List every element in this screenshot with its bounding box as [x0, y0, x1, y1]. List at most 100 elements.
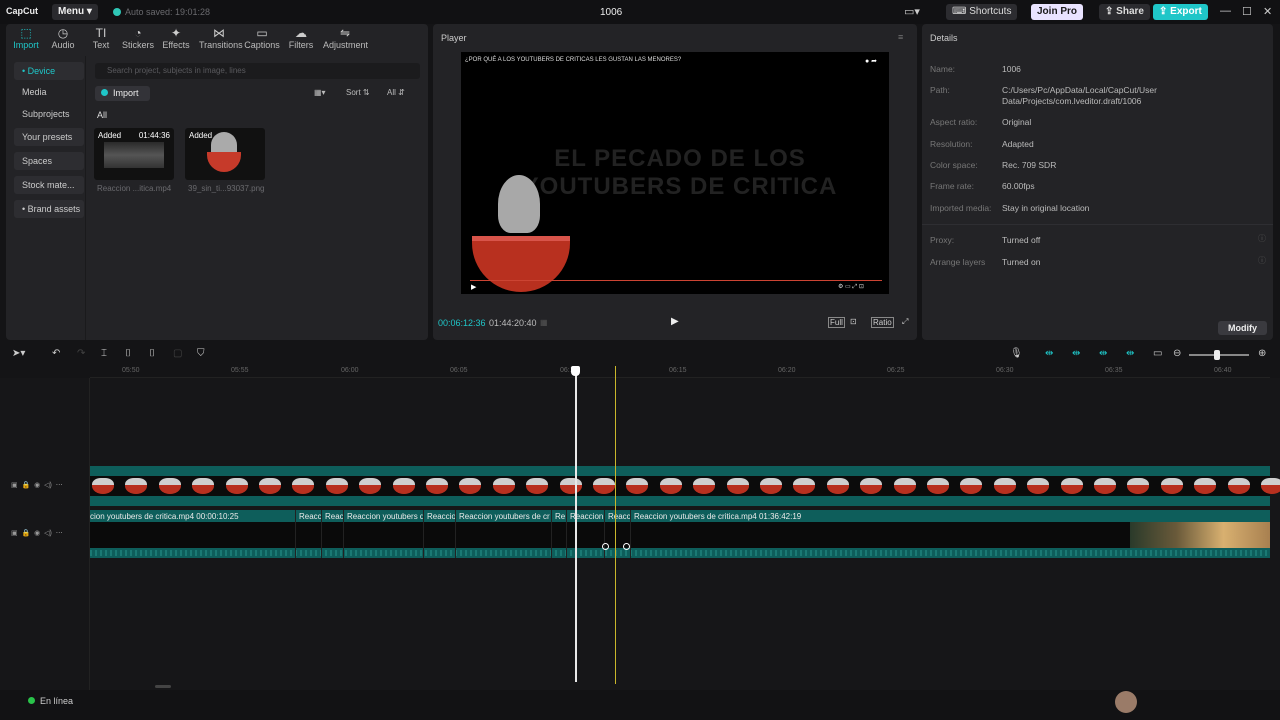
grid-icon[interactable]: ▦	[540, 318, 548, 327]
snapshot-icon[interactable]: ⊡	[850, 317, 857, 326]
chevron-down-icon: ▾	[86, 6, 92, 17]
playhead-handle[interactable]	[571, 366, 580, 376]
clip-separator	[551, 510, 552, 558]
toolbar-tabs: ⬚ Import ◷ Audio TI Text ◔ Stickers ✦ Effects…	[6, 26, 386, 52]
magnet-icon[interactable]: ⇹	[1072, 348, 1080, 359]
tab-stickers[interactable]: ◔ Stickers	[118, 26, 158, 50]
marker-icon[interactable]: ⛉	[197, 348, 205, 359]
project-title: 1006	[600, 7, 623, 18]
modify-button[interactable]: Modify	[1218, 321, 1267, 335]
full-button[interactable]: Full	[828, 317, 845, 328]
caption-icon[interactable]: ▭	[1153, 348, 1162, 359]
keyframe-handle[interactable]	[623, 543, 630, 550]
sidebar-item-subprojects[interactable]: Subprojects	[14, 105, 84, 123]
tab-adjustment[interactable]: ⇋ Adjustment	[323, 26, 368, 50]
tab-effects-label: Effects	[162, 40, 190, 50]
detail-value-name: 1006	[1002, 64, 1021, 74]
maximize-icon[interactable]: ☐	[1242, 5, 1252, 18]
media-item-video[interactable]: Added 01:44:36	[94, 128, 174, 180]
layout-icon[interactable]: ▭▾	[904, 5, 920, 18]
bowl-thumbnail	[659, 478, 682, 494]
bowl-thumbnail	[893, 478, 916, 494]
clip-separator	[423, 510, 424, 558]
shortcuts-button[interactable]: ⌨ Shortcuts	[946, 4, 1018, 20]
redo-icon[interactable]: ↷	[77, 348, 85, 359]
ruler-tick: 06:00	[341, 367, 359, 374]
ruler-tick: 06:25	[887, 367, 905, 374]
main-track-controls-icon[interactable]: ▣ 🔒 ◉ ◁) ⋯	[11, 529, 63, 537]
fullscreen-icon[interactable]: ⤢	[902, 317, 908, 327]
autosave-text: Auto saved: 19:01:28	[125, 7, 211, 17]
zoom-slider-handle[interactable]	[1214, 350, 1220, 360]
bowl-thumbnail	[927, 478, 949, 494]
menu-button[interactable]: Menu ▾	[52, 4, 98, 20]
overlay-track-controls-icon[interactable]: ▣ 🔒 ◉ ◁) ⋯	[11, 481, 63, 489]
detail-key-name: Name:	[930, 64, 956, 74]
sidebar-item-media[interactable]: Media	[14, 83, 84, 101]
clip-separator	[295, 510, 296, 558]
filter-all-button[interactable]: All ⇵	[387, 88, 405, 97]
tab-captions[interactable]: ▭ Captions	[242, 26, 282, 50]
tab-transitions[interactable]: ⋈ Transitions	[199, 26, 243, 50]
sidebar-item-stock[interactable]: Stock mate...	[14, 176, 84, 194]
timeline-ruler[interactable]: 05:50 05:55 06:00 06:05 06:10 06:15 06:2…	[90, 366, 1270, 378]
export-label: Export	[1170, 6, 1202, 17]
online-label: En línea	[40, 696, 74, 706]
info-icon[interactable]: ⓘ	[1258, 233, 1266, 244]
bowl-thumbnail	[693, 478, 716, 494]
bowl-thumbnail	[392, 478, 415, 494]
sidebar-item-device[interactable]: • Device	[14, 62, 84, 80]
select-tool-icon[interactable]: ➤▾	[12, 348, 25, 359]
sort-button[interactable]: Sort ⇅	[346, 88, 370, 97]
preview-axis-icon[interactable]: ⇹	[1126, 348, 1134, 359]
split-icon[interactable]: ⌶	[101, 348, 107, 359]
join-pro-button[interactable]: Join Pro	[1031, 4, 1084, 20]
clip-label: Reaccion youtubers de c	[347, 512, 423, 521]
import-button[interactable]: Import	[95, 86, 150, 101]
import-label: Import	[113, 88, 139, 98]
transitions-icon: ⋈	[213, 26, 225, 40]
view-toggle-icon[interactable]: ▦▾	[314, 88, 326, 97]
info-icon[interactable]: ⓘ	[1258, 255, 1266, 266]
close-icon[interactable]: ✕	[1263, 5, 1272, 18]
export-button[interactable]: ⇪ Export	[1153, 4, 1208, 20]
filter-all-label: All	[387, 88, 396, 97]
microphone-icon[interactable]: 🎙	[1010, 348, 1023, 359]
plus-icon	[101, 89, 108, 96]
sidebar-item-brand-assets[interactable]: • Brand assets	[14, 200, 84, 218]
timeline-scrollbar[interactable]	[155, 685, 171, 688]
tab-audio-label: Audio	[51, 40, 75, 50]
sidebar-item-spaces[interactable]: Spaces	[14, 152, 84, 170]
detail-key-framerate: Frame rate:	[930, 181, 974, 191]
delete-right-icon[interactable]: ⌷	[149, 348, 155, 359]
keyframe-handle[interactable]	[602, 543, 609, 550]
hamburger-icon[interactable]: ≡	[898, 32, 903, 42]
zoom-out-icon[interactable]: ⊖	[1173, 348, 1181, 359]
playhead[interactable]	[575, 366, 577, 682]
main-track-frames	[90, 522, 1270, 548]
undo-icon[interactable]: ↶	[52, 348, 60, 359]
play-button[interactable]: ▶	[671, 316, 679, 327]
tab-audio[interactable]: ◷ Audio	[43, 26, 83, 50]
detail-value-aspect: Original	[1002, 117, 1032, 127]
media-item-image[interactable]: Added	[185, 128, 265, 180]
sidebar-item-presets[interactable]: Your presets	[14, 128, 84, 146]
ratio-button[interactable]: Ratio	[871, 317, 894, 328]
minimize-icon[interactable]: —	[1220, 5, 1231, 17]
zoom-in-icon[interactable]: ⊕	[1258, 348, 1266, 359]
crop-icon[interactable]: ▢	[173, 348, 182, 359]
avatar[interactable]	[1115, 691, 1137, 713]
tab-effects[interactable]: ✦ Effects	[156, 26, 196, 50]
ruler-tick: 06:20	[778, 367, 796, 374]
share-button[interactable]: ⇪ Share	[1099, 4, 1150, 20]
delete-left-icon[interactable]: ⌷	[125, 348, 131, 359]
media-search-input[interactable]: Search project, subjects in image, lines	[95, 63, 420, 79]
clip-label: Reac	[325, 512, 344, 521]
tab-filters[interactable]: ☁ Filters	[281, 26, 321, 50]
tab-text[interactable]: TI Text	[81, 26, 121, 50]
link-main-icon[interactable]: ⇹	[1045, 348, 1053, 359]
link-icon[interactable]: ⇹	[1099, 348, 1107, 359]
video-play-icon: ▶	[471, 284, 477, 291]
bowl-thumbnail	[1261, 478, 1280, 494]
tab-import[interactable]: ⬚ Import	[6, 26, 46, 50]
